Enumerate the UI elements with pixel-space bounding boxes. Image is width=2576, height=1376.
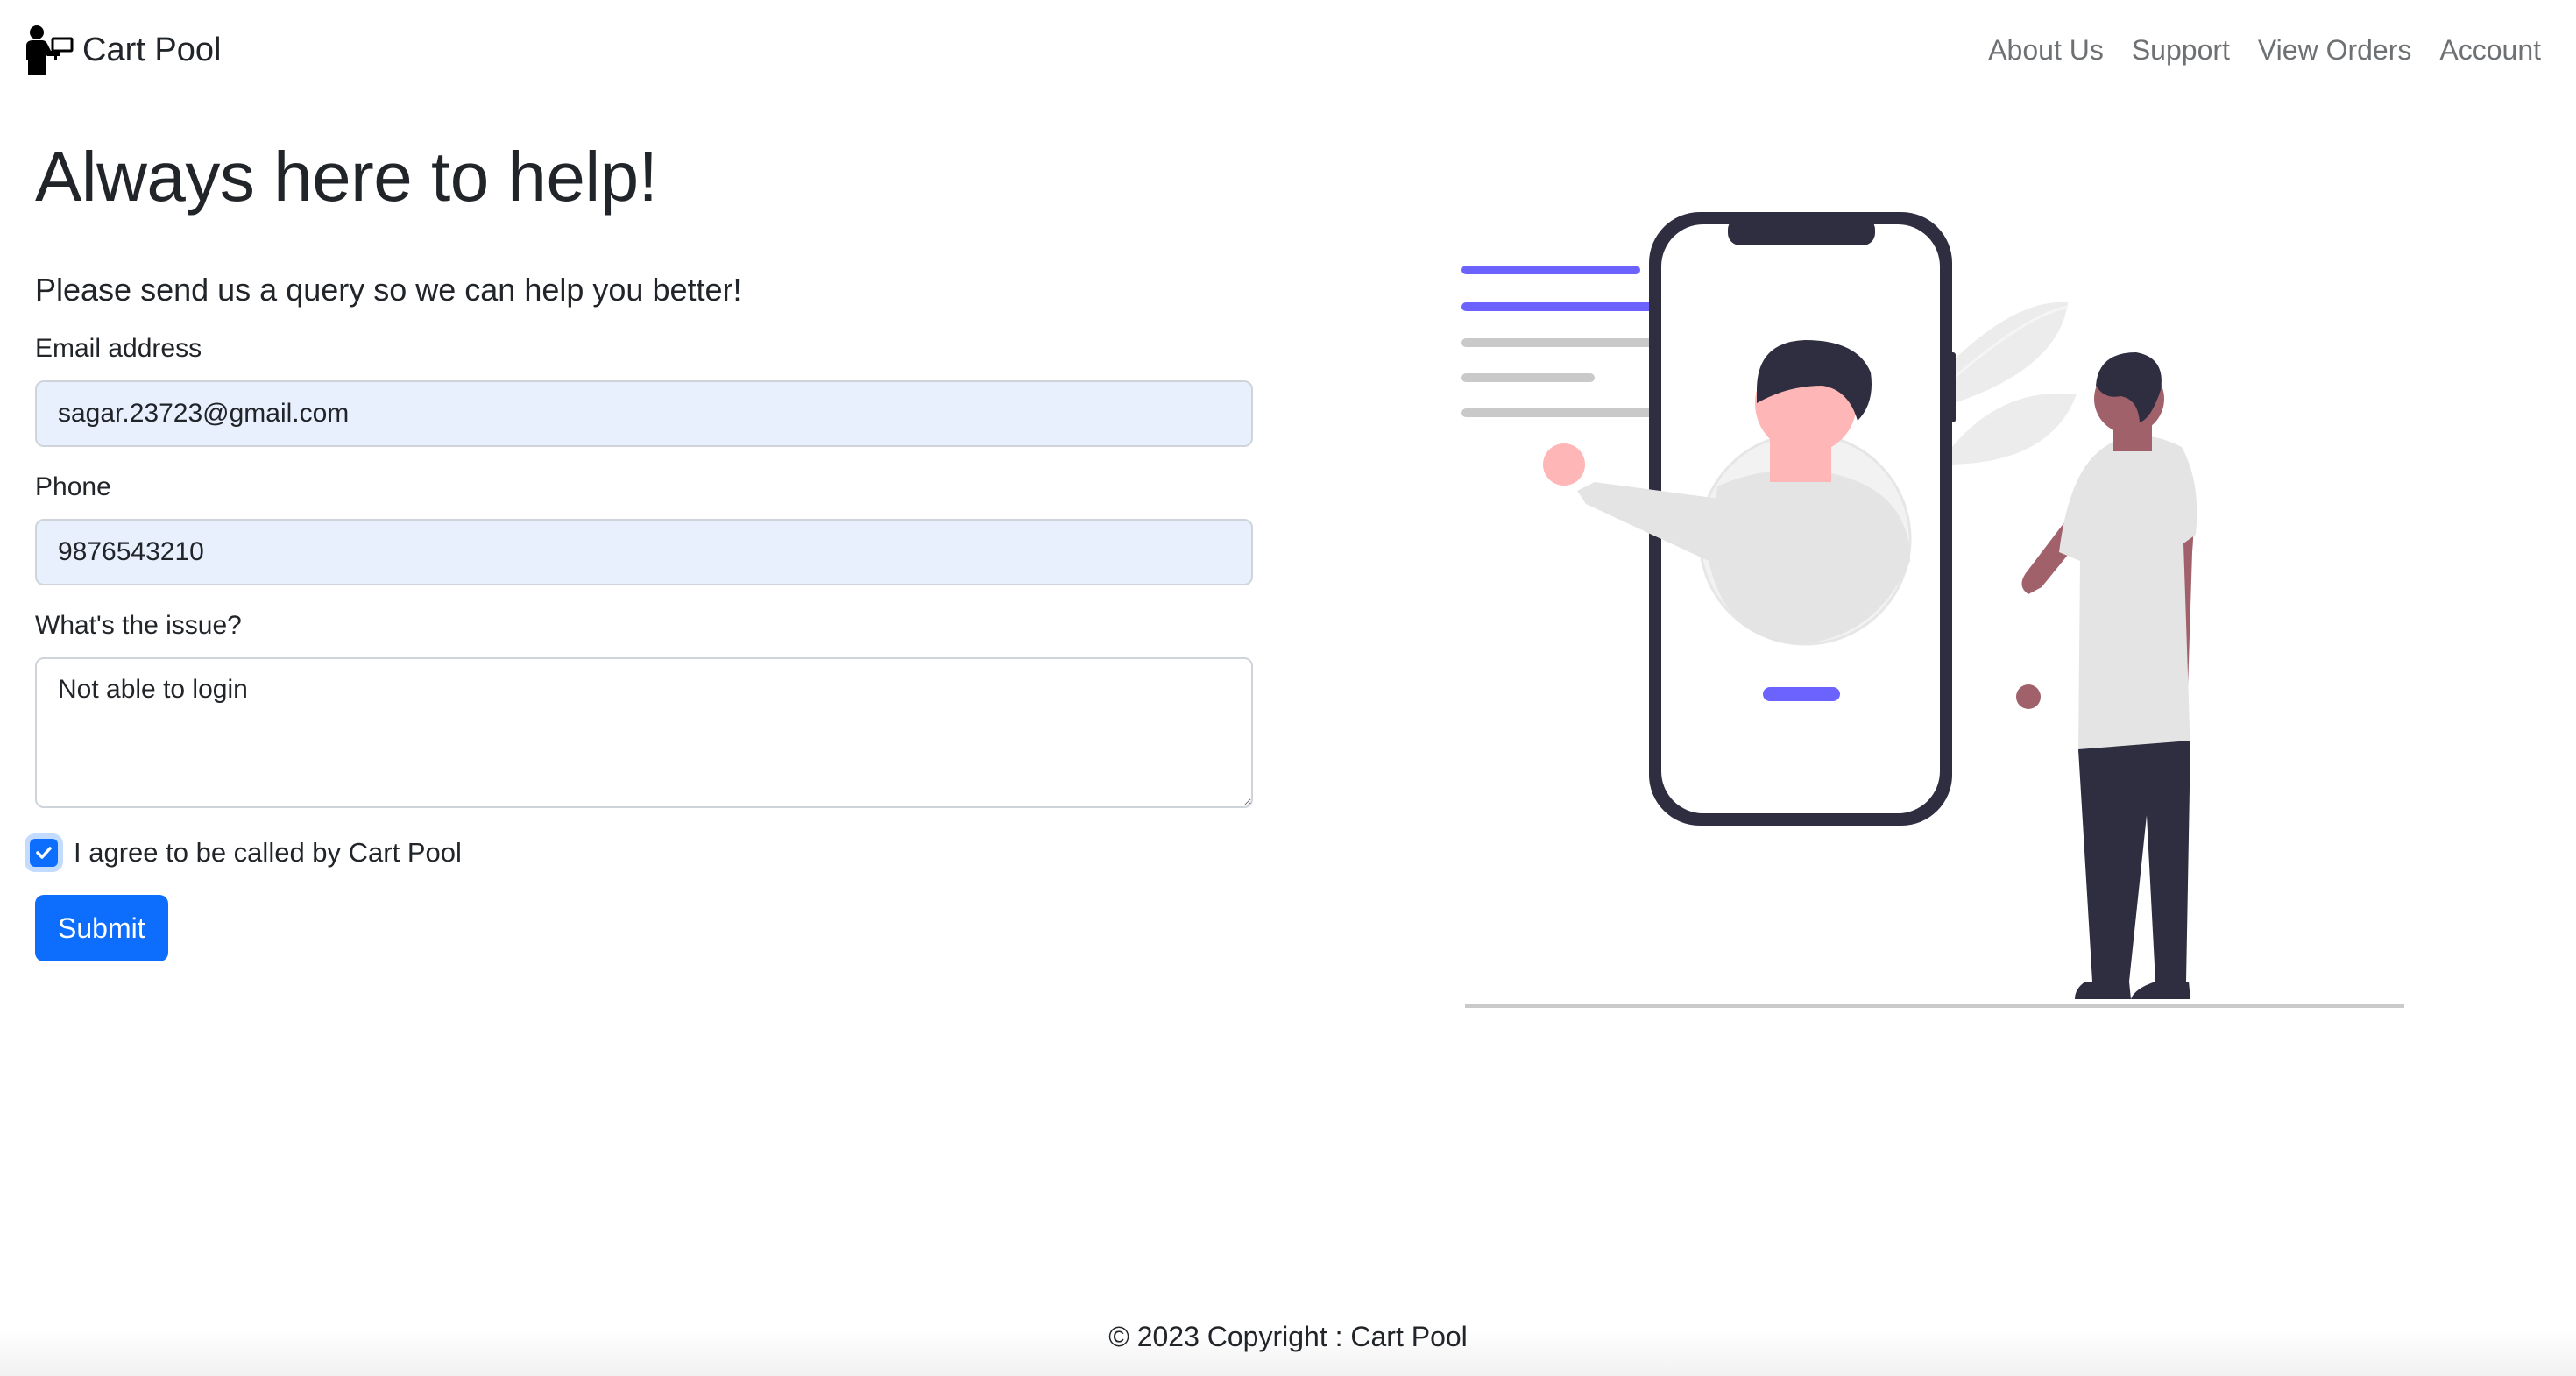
footer: © 2023 Copyright : Cart Pool: [0, 1297, 2576, 1376]
brand-link[interactable]: Cart Pool: [25, 25, 221, 75]
email-field[interactable]: [35, 380, 1253, 447]
navbar: Cart Pool About Us Support View Orders A…: [0, 0, 2576, 101]
consent-label[interactable]: I agree to be called by Cart Pool: [74, 837, 462, 869]
submit-button[interactable]: Submit: [35, 895, 168, 961]
nav-link-view-orders[interactable]: View Orders: [2258, 30, 2411, 70]
page-title: Always here to help!: [35, 138, 658, 216]
consent-checkbox[interactable]: [30, 839, 58, 867]
consent-row: I agree to be called by Cart Pool: [30, 837, 1253, 869]
nav-link-account[interactable]: Account: [2439, 30, 2541, 70]
support-form: Always here to help! Please send us a qu…: [30, 131, 1253, 961]
nav-links: About Us Support View Orders Account: [1960, 30, 2541, 70]
intro-text: Please send us a query so we can help yo…: [35, 272, 742, 308]
standing-man-illustration: [2016, 352, 2197, 999]
issue-textarea[interactable]: Not able to login: [35, 657, 1253, 808]
brand-name: Cart Pool: [82, 31, 222, 68]
nav-link-support[interactable]: Support: [2132, 30, 2230, 70]
support-illustration: [1461, 212, 2404, 1008]
checkmark-icon: [36, 847, 52, 859]
phone-field[interactable]: [35, 519, 1253, 585]
email-label: Email address: [35, 334, 202, 363]
nav-link-about-us[interactable]: About Us: [1988, 30, 2104, 70]
ground-line: [1465, 1004, 2404, 1008]
person-cart-icon: [26, 25, 74, 75]
issue-label: What's the issue?: [35, 611, 242, 640]
plant-leaves-illustration: [1944, 301, 2077, 465]
copyright-text: © 2023 Copyright : Cart Pool: [1108, 1321, 1468, 1352]
phone-label: Phone: [35, 472, 111, 501]
